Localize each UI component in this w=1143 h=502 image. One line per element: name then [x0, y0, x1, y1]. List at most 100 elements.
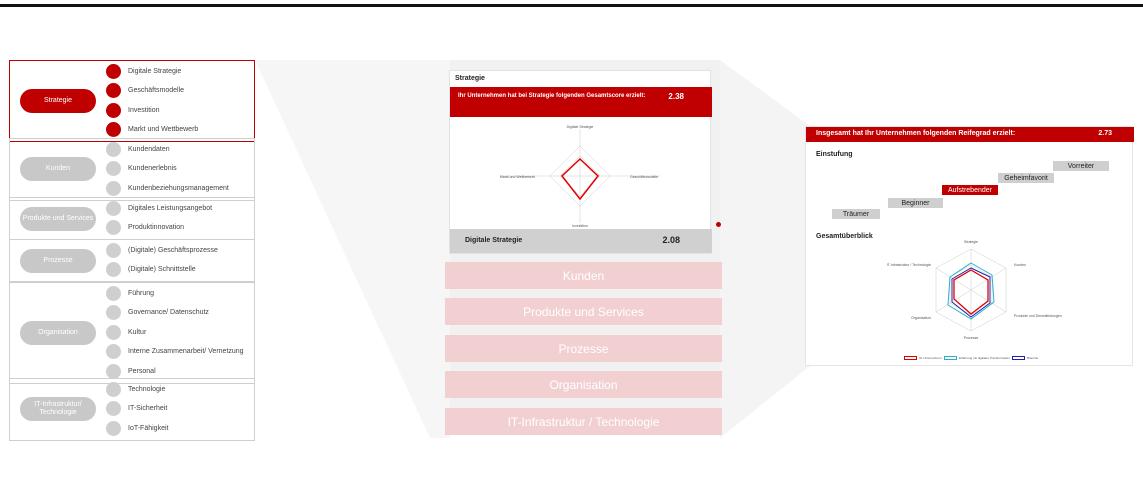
subcategory-item[interactable]: Digitale Strategie: [106, 62, 181, 80]
subcategory-item[interactable]: Kundendaten: [106, 140, 170, 158]
status-dot-icon: [106, 63, 121, 79]
status-dot-icon: [106, 141, 121, 157]
radar-label-top: Digitale Strategie: [567, 125, 594, 129]
legend-item-erfahrung: Erfahrung mit digitalen Transformation: [944, 356, 1010, 360]
status-dot-icon: [106, 200, 121, 216]
subcategory-label: Digitales Leistungsangebot: [128, 204, 213, 212]
subcategory-item[interactable]: Digitales Leistungsangebot: [106, 199, 212, 217]
category-group-3: Prozesse (Digitale) Geschäftsprozesse (Dig…: [9, 239, 255, 282]
footer-score: 2.08: [662, 235, 680, 245]
status-dot-icon: [106, 401, 121, 416]
top-divider: [0, 4, 1143, 7]
category-pill[interactable]: IT-Infrastruktur/ Technologie: [20, 397, 96, 422]
overall-result-card: Insgesamt hat Ihr Unternehmen folgenden …: [805, 126, 1134, 366]
result-banner-text: Insgesamt hat Ihr Unternehmen folgenden …: [816, 130, 1016, 137]
status-dot-icon: [106, 220, 121, 235]
level-vorreiter: Vorreiter: [1053, 161, 1109, 171]
subcategory-label: Kundenbeziehungsmanagement: [128, 184, 229, 192]
subcategory-item[interactable]: Führung: [106, 284, 154, 302]
overview-heading: Gesamtüberblick: [816, 233, 873, 240]
overview-label-prozesse: Prozesse: [964, 336, 979, 340]
subcategory-label: (Digitale) Geschäftsprozesse: [128, 246, 218, 254]
category-group-4: Organisation Führung Governance/ Datenschu…: [9, 282, 255, 384]
subcategory-item[interactable]: Technologie: [106, 380, 165, 398]
subcategory-item[interactable]: Kundenbeziehungsmanagement: [106, 179, 229, 197]
category-button-it-infrastruktur[interactable]: IT-Infrastruktur / Technologie: [445, 408, 722, 435]
level-beginner: Beginner: [888, 198, 943, 208]
category-button-organisation[interactable]: Organisation: [445, 371, 722, 398]
subcategory-label: IT-Sicherheit: [128, 405, 168, 412]
card-title: Strategie: [455, 75, 485, 82]
subcategory-item[interactable]: Kundenerlebnis: [106, 160, 177, 178]
status-dot-icon: [106, 285, 121, 301]
legend-item-ihr-unternehmen: Ihr Unternehmen: [904, 356, 942, 360]
status-dot-icon: [106, 83, 121, 98]
status-dot-icon: [106, 305, 121, 320]
category-button-prozesse[interactable]: Prozesse: [445, 335, 722, 362]
overview-label-it: IT-Infrastruktur / Technologie: [887, 263, 931, 267]
category-pill[interactable]: Produkte und Services: [20, 206, 96, 231]
category-button-kunden[interactable]: Kunden: [445, 262, 722, 289]
strategy-radar-chart: Digitale Strategie Geschäftsmodelle Inve…: [500, 125, 660, 228]
overview-label-produkte: Produkte und Dienstleistungen: [1014, 314, 1062, 318]
subcategory-item[interactable]: (Digitale) Geschäftsprozesse: [106, 241, 218, 259]
status-dot-icon: [106, 420, 121, 436]
category-group-0: Strategie Digitale Strategie Geschäftsmode…: [9, 60, 255, 142]
category-pill[interactable]: Kunden: [20, 157, 96, 182]
subcategory-item[interactable]: Interne Zusammenarbeit/ Vernetzung: [106, 343, 244, 361]
subcategory-label: Führung: [128, 289, 155, 297]
subcategory-label: Investition: [128, 106, 160, 114]
connector-shape: [720, 60, 810, 438]
legend-label: Erfahrung mit digitalen Transformation: [959, 356, 1010, 360]
subcategory-label: Digitale Strategie: [128, 67, 182, 75]
status-dot-icon: [106, 344, 121, 359]
subcategory-item[interactable]: Investition: [106, 101, 160, 119]
category-pill[interactable]: Prozesse: [20, 248, 96, 273]
status-dot-icon: [106, 381, 121, 397]
banner-score: 2.38: [668, 92, 684, 101]
subcategory-item[interactable]: Produktinnovation: [106, 219, 184, 237]
overview-label-kunden: Kunden: [1014, 263, 1026, 267]
status-dot-icon: [106, 363, 121, 379]
subcategory-item[interactable]: Governance/ Datenschutz: [106, 304, 209, 322]
radar-label-bottom: Investition: [572, 224, 588, 228]
level-aufstrebender: Aufstrebender: [942, 185, 998, 195]
score-banner: Ihr Unternehmen hat bei Strategie folgen…: [450, 87, 712, 117]
result-banner: Insgesamt hat Ihr Unternehmen folgenden …: [806, 127, 1134, 142]
status-dot-icon: [106, 122, 121, 137]
status-dot-icon: [106, 324, 121, 340]
subcategory-label: Interne Zusammenarbeit/ Vernetzung: [128, 348, 244, 355]
legend-label: Branche: [1027, 356, 1039, 360]
overview-label-strategie: Strategie: [964, 240, 978, 244]
footer-label: Digitale Strategie: [465, 237, 523, 244]
indicator-dot: [716, 222, 721, 227]
subcategory-label: (Digitale) Schnittstelle: [128, 266, 196, 273]
subcategory-item[interactable]: IT-Sicherheit: [106, 400, 167, 418]
subcategory-label: Kundenerlebnis: [128, 165, 177, 172]
category-group-2: Produkte und Services Digitales Leistungs…: [9, 197, 255, 240]
legend-label: Ihr Unternehmen: [919, 356, 942, 360]
status-dot-icon: [106, 102, 121, 118]
subcategory-label: Personal: [128, 367, 156, 375]
subcategory-item[interactable]: Kultur: [106, 323, 146, 341]
status-dot-icon: [106, 161, 121, 176]
subcategory-label: Kultur: [128, 328, 147, 336]
subcategory-footer[interactable]: Digitale Strategie 2.08: [450, 229, 712, 253]
overview-label-organisation: Organisation: [911, 316, 931, 320]
einstufung-heading: Einstufung: [816, 151, 853, 158]
subcategory-label: Kundendaten: [128, 145, 170, 153]
strategy-score-card: Strategie Ihr Unternehmen hat bei Strate…: [449, 70, 712, 254]
connector-shape: [255, 60, 450, 438]
category-pill[interactable]: Organisation: [20, 320, 96, 345]
category-button-produkte[interactable]: Produkte und Services: [445, 298, 722, 325]
subcategory-item[interactable]: IoT-Fähigkeit: [106, 419, 168, 437]
result-banner-score: 2.73: [1098, 130, 1112, 137]
subcategory-item[interactable]: Geschäftsmodelle: [106, 82, 184, 100]
subcategory-item[interactable]: Markt und Wettbewerb: [106, 121, 198, 139]
overview-radar-chart: Strategie Kunden Produkte und Dienstleis…: [887, 240, 1062, 340]
subcategory-item[interactable]: (Digitale) Schnittstelle: [106, 261, 196, 279]
subcategory-label: Geschäftsmodelle: [128, 87, 185, 94]
category-pill[interactable]: Strategie: [20, 89, 96, 113]
radar-label-right: Geschäftsmodelle: [630, 175, 658, 179]
category-group-5: IT-Infrastruktur/ Technologie Technologie…: [9, 378, 255, 441]
